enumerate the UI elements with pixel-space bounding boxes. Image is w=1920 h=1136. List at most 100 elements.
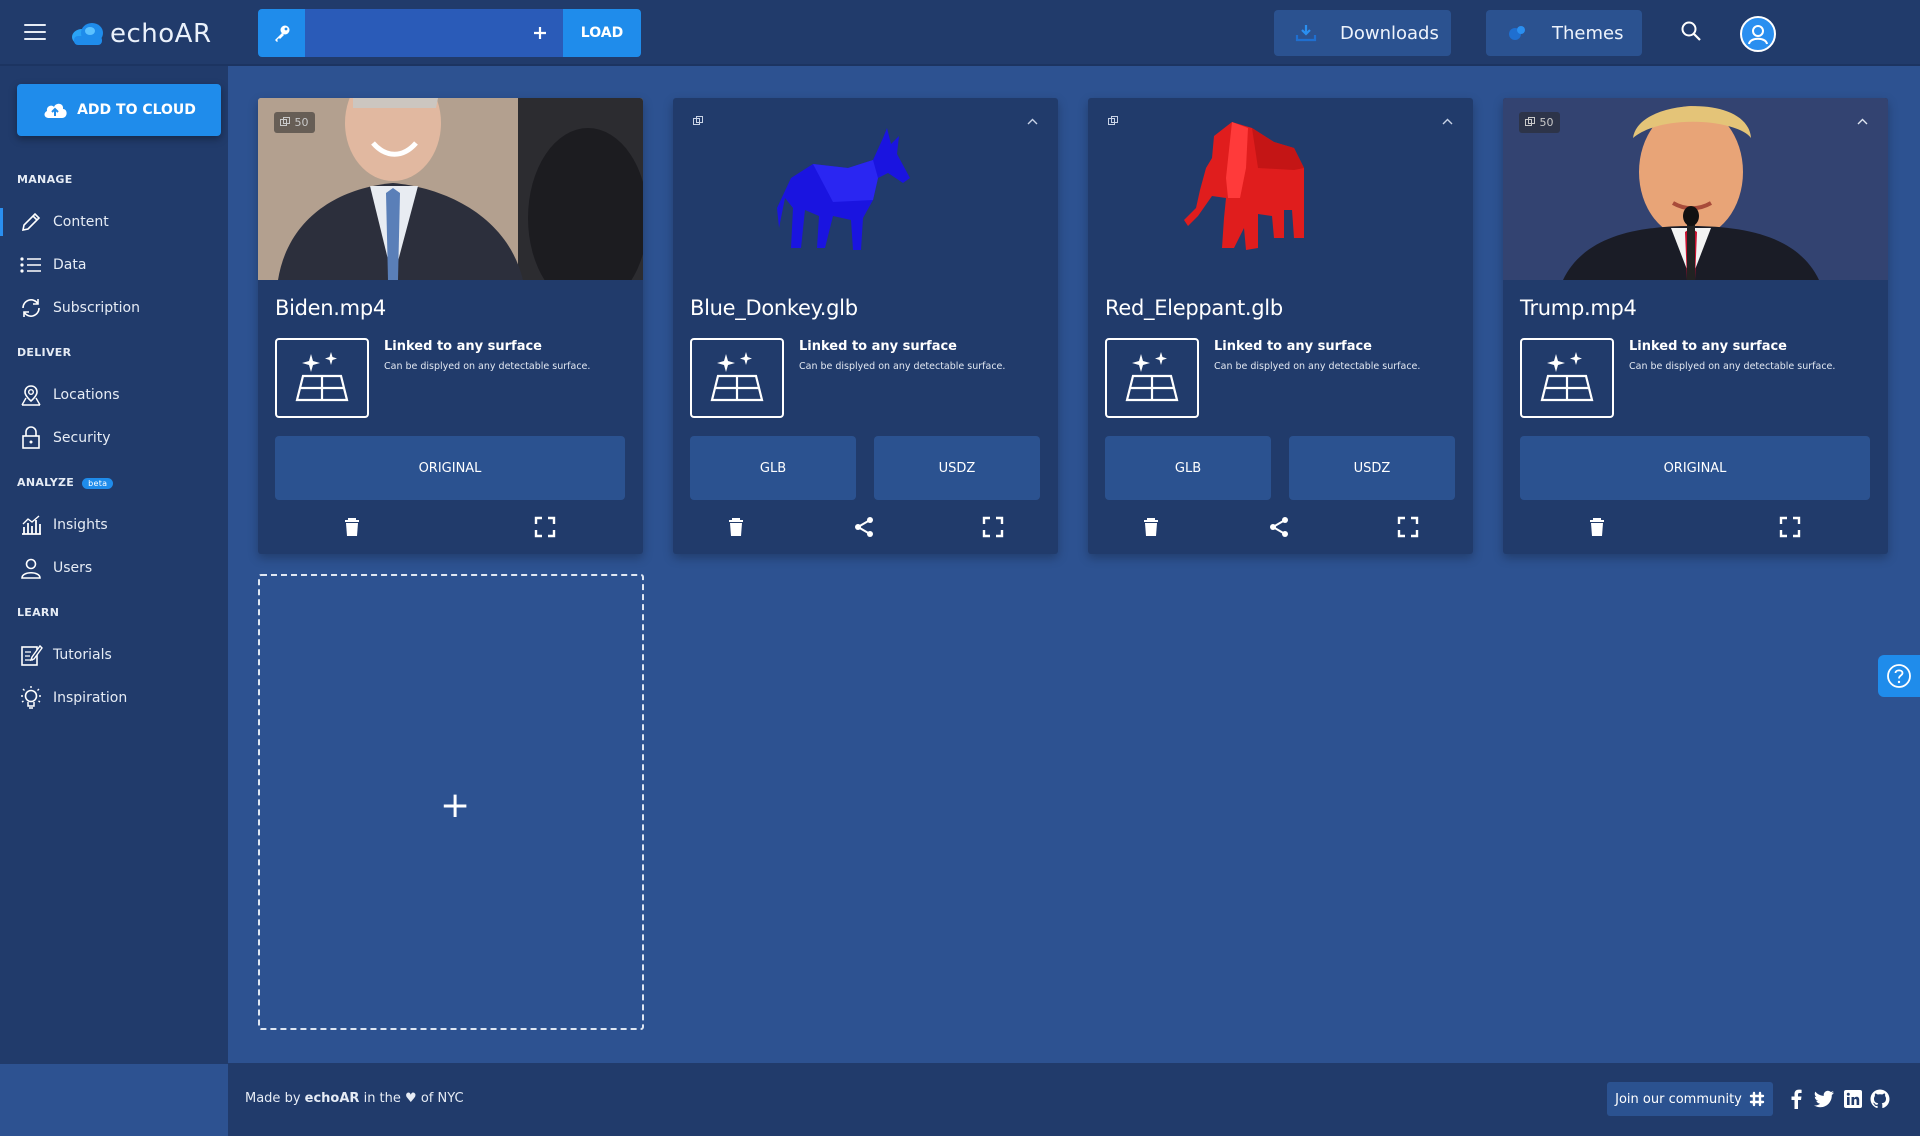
logo[interactable]: echoAR: [70, 18, 212, 50]
community-label: Join our community: [1615, 1091, 1742, 1107]
sidebar-item-label: Insights: [53, 517, 108, 533]
delete-icon[interactable]: [340, 515, 364, 539]
content-card[interactable]: Red_Eleppant.glb Linked to any surface C…: [1088, 98, 1473, 554]
cloud-logo-icon: [72, 23, 103, 45]
help-button[interactable]: [1878, 655, 1920, 697]
hamburger-menu-icon[interactable]: [24, 24, 46, 42]
twitter-icon[interactable]: [1813, 1088, 1835, 1110]
sidebar-item-data[interactable]: Data: [0, 247, 228, 283]
glb-format-button[interactable]: GLB: [690, 436, 856, 500]
heart-icon: ♥: [405, 1091, 417, 1106]
model-preview[interactable]: [1088, 98, 1473, 280]
bar-chart-icon: [17, 511, 45, 539]
edit-document-icon: [17, 641, 45, 669]
section-deliver: DELIVER: [17, 346, 72, 359]
slack-icon: [1749, 1091, 1765, 1107]
downloads-button[interactable]: Downloads: [1274, 10, 1451, 56]
lock-icon: [17, 424, 45, 452]
fullscreen-icon[interactable]: [1778, 515, 1802, 539]
api-key-load-bar: LOAD: [258, 9, 641, 57]
join-community-button[interactable]: Join our community: [1607, 1082, 1773, 1116]
badge-count: 50: [294, 116, 309, 129]
content-card[interactable]: Blue_Donkey.glb Linked to any surface Ca…: [673, 98, 1058, 554]
section-analyze: ANALYZE beta: [17, 476, 114, 489]
add-key-button[interactable]: [517, 9, 563, 57]
sidebar-item-content[interactable]: Content: [0, 204, 228, 240]
download-icon: [1294, 23, 1320, 43]
video-thumbnail[interactable]: 50: [258, 98, 643, 280]
usdz-format-button[interactable]: USDZ: [1289, 436, 1455, 500]
facebook-icon[interactable]: [1785, 1088, 1807, 1110]
badge-count: 50: [1539, 116, 1554, 129]
sidebar-item-insights[interactable]: Insights: [0, 507, 228, 543]
chevron-up-icon[interactable]: [1442, 114, 1453, 128]
sidebar-item-security[interactable]: Security: [0, 420, 228, 456]
content-card[interactable]: 50 Trump.mp4 Linked to any surface Can b…: [1503, 98, 1888, 554]
sidebar-item-label: Security: [53, 430, 111, 446]
card-title: Trump.mp4: [1520, 296, 1637, 320]
upload-dropzone[interactable]: +: [258, 574, 644, 1030]
delete-icon[interactable]: [1139, 515, 1163, 539]
sidebar-item-inspiration[interactable]: Inspiration: [0, 680, 228, 716]
sidebar-item-label: Tutorials: [53, 647, 112, 663]
usdz-format-button[interactable]: USDZ: [874, 436, 1040, 500]
user-icon: [1748, 25, 1768, 45]
github-icon[interactable]: [1869, 1088, 1891, 1110]
api-key-input[interactable]: [305, 9, 517, 57]
glb-format-button[interactable]: GLB: [1105, 436, 1271, 500]
model-preview[interactable]: [673, 98, 1058, 280]
ar-surface-icon: [295, 352, 349, 402]
pencil-icon: [17, 208, 45, 236]
load-button[interactable]: LOAD: [563, 9, 641, 57]
add-to-cloud-button[interactable]: ADD TO CLOUD: [17, 84, 221, 136]
surface-description: Can be displyed on any detectable surfac…: [384, 361, 591, 372]
surface-icon-box: [275, 338, 369, 418]
delete-icon[interactable]: [724, 515, 748, 539]
key-icon-button[interactable]: [258, 9, 305, 57]
surface-title: Linked to any surface: [1629, 339, 1787, 354]
copy-icon[interactable]: [693, 116, 704, 129]
key-icon: [274, 25, 289, 42]
sidebar-item-label: Users: [53, 560, 93, 576]
sidebar-item-locations[interactable]: Locations: [0, 377, 228, 413]
surface-description: Can be displyed on any detectable surfac…: [799, 361, 1006, 372]
video-preview-image: [258, 98, 643, 280]
lightbulb-icon: [17, 684, 45, 712]
footer-brand[interactable]: echoAR: [305, 1091, 360, 1106]
video-thumbnail[interactable]: 50: [1503, 98, 1888, 280]
themes-button[interactable]: Themes: [1486, 10, 1642, 56]
palette-icon: [1506, 23, 1532, 43]
of-nyc-label: of NYC: [420, 1091, 464, 1106]
top-bar: echoAR LOAD Downloads Themes: [0, 0, 1920, 66]
original-format-button[interactable]: ORIGINAL: [275, 436, 625, 500]
made-by-text: Made by echoAR in the ♥ of NYC: [245, 1091, 464, 1106]
chevron-up-icon[interactable]: [1857, 114, 1868, 128]
logo-text: echoAR: [110, 19, 212, 49]
content-card[interactable]: 50 Biden.mp4 Linked to any surface Can b…: [258, 98, 643, 554]
plus-icon: [534, 27, 546, 39]
fullscreen-icon[interactable]: [981, 515, 1005, 539]
section-manage: MANAGE: [17, 173, 73, 186]
share-icon[interactable]: [852, 515, 876, 539]
fullscreen-icon[interactable]: [533, 515, 557, 539]
fullscreen-icon[interactable]: [1396, 515, 1420, 539]
share-icon[interactable]: [1267, 515, 1291, 539]
sidebar-item-label: Data: [53, 257, 87, 273]
sidebar-item-label: Locations: [53, 387, 120, 403]
list-icon: [17, 251, 45, 279]
sidebar-item-tutorials[interactable]: Tutorials: [0, 637, 228, 673]
search-icon[interactable]: [1680, 20, 1702, 42]
user-avatar[interactable]: [1740, 16, 1776, 52]
sidebar-item-subscription[interactable]: Subscription: [0, 290, 228, 326]
footer: Made by echoAR in the ♥ of NYC Join our …: [228, 1063, 1920, 1136]
original-format-button[interactable]: ORIGINAL: [1520, 436, 1870, 500]
chevron-up-icon[interactable]: [1027, 114, 1038, 128]
delete-icon[interactable]: [1585, 515, 1609, 539]
copy-icon: [280, 117, 290, 126]
help-icon: [1887, 664, 1911, 688]
linkedin-icon[interactable]: [1842, 1088, 1864, 1110]
copy-icon[interactable]: [1108, 116, 1119, 129]
themes-label: Themes: [1552, 22, 1624, 44]
sidebar-item-users[interactable]: Users: [0, 550, 228, 586]
surface-title: Linked to any surface: [799, 339, 957, 354]
